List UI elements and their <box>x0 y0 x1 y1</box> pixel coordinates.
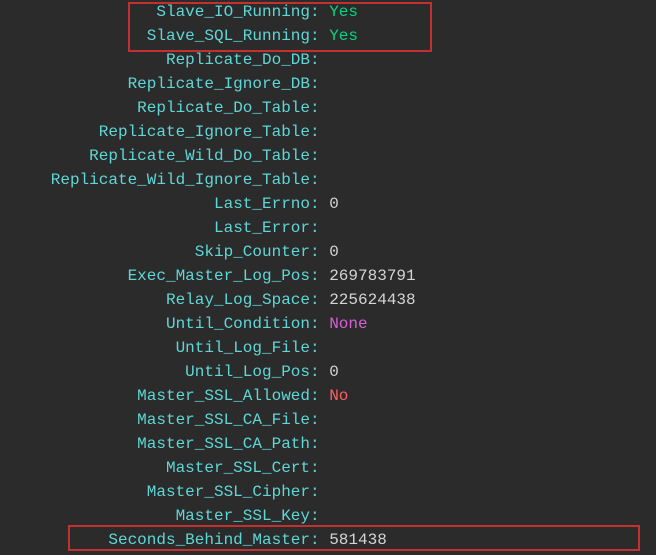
colon-separator: : <box>310 240 320 264</box>
terminal-row: Master_SSL_Allowed:No <box>0 384 656 408</box>
terminal-row: Last_Error: <box>0 216 656 240</box>
colon-separator: : <box>310 480 320 504</box>
terminal-row: Replicate_Wild_Ignore_Table: <box>0 168 656 192</box>
highlight-annotation-seconds-behind <box>68 525 640 551</box>
colon-separator: : <box>310 96 320 120</box>
status-value: 0 <box>320 192 339 216</box>
terminal-row: Until_Log_File: <box>0 336 656 360</box>
status-label: Skip_Counter <box>0 240 310 264</box>
status-label: Until_Log_File <box>0 336 310 360</box>
colon-separator: : <box>310 360 320 384</box>
terminal-row: Replicate_Do_Table: <box>0 96 656 120</box>
terminal-container: Slave_IO_Running:YesSlave_SQL_Running:Ye… <box>0 0 656 552</box>
status-value <box>320 216 330 240</box>
colon-separator: : <box>310 216 320 240</box>
colon-separator: : <box>310 72 320 96</box>
status-value: 0 <box>320 360 339 384</box>
status-label: Master_SSL_Cipher <box>0 480 310 504</box>
status-value <box>320 120 330 144</box>
colon-separator: : <box>310 144 320 168</box>
terminal-row: Until_Log_Pos:0 <box>0 360 656 384</box>
terminal-row: Replicate_Ignore_DB: <box>0 72 656 96</box>
colon-separator: : <box>310 264 320 288</box>
terminal-row: Master_SSL_CA_File: <box>0 408 656 432</box>
terminal-row: Exec_Master_Log_Pos:269783791 <box>0 264 656 288</box>
status-label: Until_Condition <box>0 312 310 336</box>
status-value: 269783791 <box>320 264 416 288</box>
status-value <box>320 336 330 360</box>
terminal-row: Replicate_Wild_Do_Table: <box>0 144 656 168</box>
colon-separator: : <box>310 120 320 144</box>
status-value <box>320 456 330 480</box>
colon-separator: : <box>310 432 320 456</box>
terminal-row: Master_SSL_CA_Path: <box>0 432 656 456</box>
status-value <box>320 72 330 96</box>
status-value: 0 <box>320 240 339 264</box>
colon-separator: : <box>310 288 320 312</box>
status-label: Relay_Log_Space <box>0 288 310 312</box>
colon-separator: : <box>310 384 320 408</box>
terminal-row: Last_Errno:0 <box>0 192 656 216</box>
colon-separator: : <box>310 408 320 432</box>
status-value <box>320 432 330 456</box>
terminal-row: Until_Condition:None <box>0 312 656 336</box>
terminal-row: Skip_Counter:0 <box>0 240 656 264</box>
status-value: 225624438 <box>320 288 416 312</box>
colon-separator: : <box>310 336 320 360</box>
status-value <box>320 480 330 504</box>
status-label: Master_SSL_Cert <box>0 456 310 480</box>
terminal-row: Replicate_Ignore_Table: <box>0 120 656 144</box>
status-label: Replicate_Wild_Ignore_Table <box>0 168 310 192</box>
status-label: Last_Errno <box>0 192 310 216</box>
status-label: Replicate_Ignore_DB <box>0 72 310 96</box>
status-label: Master_SSL_Allowed <box>0 384 310 408</box>
status-value: No <box>320 384 349 408</box>
terminal-output: Slave_IO_Running:YesSlave_SQL_Running:Ye… <box>0 0 656 552</box>
status-label: Until_Log_Pos <box>0 360 310 384</box>
status-label: Replicate_Wild_Do_Table <box>0 144 310 168</box>
colon-separator: : <box>310 456 320 480</box>
status-value <box>320 96 330 120</box>
terminal-row: Master_SSL_Cert: <box>0 456 656 480</box>
status-value <box>320 408 330 432</box>
terminal-row: Relay_Log_Space:225624438 <box>0 288 656 312</box>
status-label: Master_SSL_CA_File <box>0 408 310 432</box>
status-value <box>320 168 330 192</box>
status-label: Replicate_Ignore_Table <box>0 120 310 144</box>
highlight-annotation-slave-running <box>128 2 432 52</box>
colon-separator: : <box>310 312 320 336</box>
colon-separator: : <box>310 168 320 192</box>
status-label: Replicate_Do_Table <box>0 96 310 120</box>
status-value: None <box>320 312 368 336</box>
status-value <box>320 144 330 168</box>
terminal-row: Master_SSL_Cipher: <box>0 480 656 504</box>
status-label: Last_Error <box>0 216 310 240</box>
status-label: Exec_Master_Log_Pos <box>0 264 310 288</box>
colon-separator: : <box>310 192 320 216</box>
status-label: Master_SSL_CA_Path <box>0 432 310 456</box>
